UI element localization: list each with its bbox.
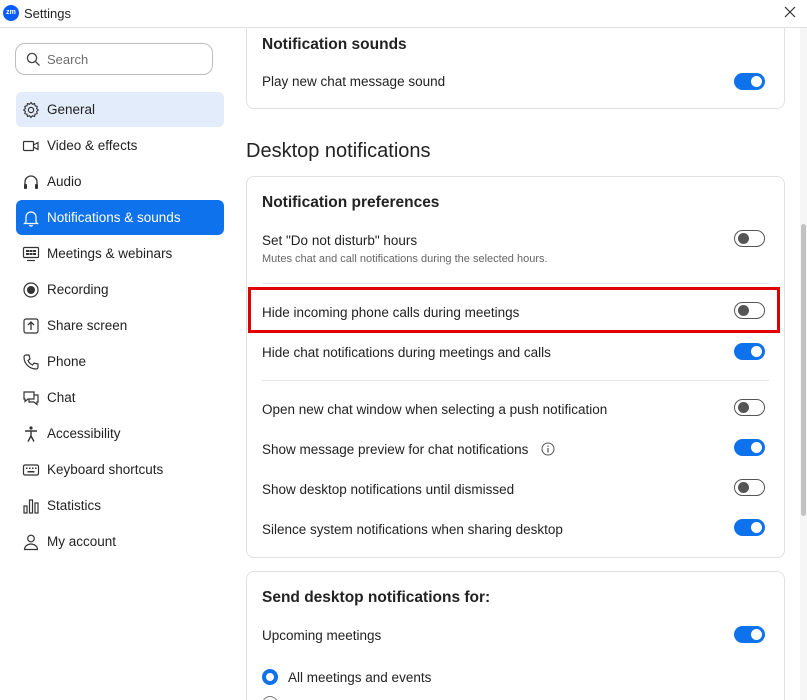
toggle-knob: [751, 76, 762, 87]
info-icon[interactable]: [541, 442, 555, 456]
play-chat-sound-toggle[interactable]: [734, 73, 765, 90]
setting-label: Silence system notifications when sharin…: [262, 522, 563, 537]
gear-icon: [22, 101, 40, 119]
sidebar-item-share-screen[interactable]: Share screen: [16, 308, 224, 343]
sidebar-item-label: Audio: [47, 174, 82, 189]
sidebar-item-phone[interactable]: Phone: [16, 344, 224, 379]
sidebar-item-video-effects[interactable]: Video & effects: [16, 128, 224, 163]
sidebar-item-general[interactable]: General: [16, 92, 224, 127]
setting-description: Mutes chat and call notifications during…: [262, 253, 548, 265]
upcoming-meetings-toggle[interactable]: [734, 626, 765, 643]
setting-label: Show message preview for chat notificati…: [262, 442, 529, 457]
section-heading: Desktop notifications: [246, 140, 431, 162]
sidebar-item-label: Video & effects: [47, 138, 138, 153]
close-icon[interactable]: [781, 3, 799, 21]
sidebar-item-label: Chat: [47, 390, 76, 405]
toggle-knob: [751, 442, 762, 453]
settings-content: Notification sounds Play new chat messag…: [240, 28, 800, 700]
setting-label: Play new chat message sound: [262, 74, 446, 89]
sidebar-item-audio[interactable]: Audio: [16, 164, 224, 199]
search-icon: [26, 52, 40, 66]
accessibility-icon: [25, 426, 37, 442]
divider: [262, 283, 769, 284]
sidebar-item-statistics[interactable]: Statistics: [16, 488, 224, 523]
sidebar-item-label: Phone: [47, 354, 87, 369]
search-box[interactable]: [15, 43, 213, 75]
hide-chat-notifications-toggle[interactable]: [734, 343, 765, 360]
sidebar-item-my-account[interactable]: My account: [16, 524, 224, 559]
divider: [262, 380, 769, 381]
sidebar-item-accessibility[interactable]: Accessibility: [16, 416, 224, 451]
sidebar-item-label: Share screen: [47, 318, 128, 333]
search-input[interactable]: [47, 50, 202, 68]
sidebar-item-recording[interactable]: Recording: [16, 272, 224, 307]
phone-icon: [23, 354, 39, 370]
sidebar-item-label: My account: [47, 534, 117, 549]
sidebar-item-keyboard-shortcuts[interactable]: Keyboard shortcuts: [16, 452, 224, 487]
sidebar-item-label: General: [47, 102, 96, 117]
toggle-knob: [751, 629, 762, 640]
scrollbar[interactable]: [800, 28, 807, 700]
title-bar: zm Settings: [0, 0, 807, 28]
video-camera-icon: [22, 140, 39, 152]
toggle-knob: [738, 233, 749, 244]
window-title: Settings: [24, 6, 71, 21]
bell-icon: [23, 211, 39, 227]
notification-sounds-card: Notification sounds Play new chat messag…: [246, 28, 785, 109]
setting-label: Hide chat notifications during meetings …: [262, 345, 551, 360]
sidebar-item-label: Recording: [47, 282, 109, 297]
keyboard-icon: [22, 464, 40, 476]
chat-icon: [23, 391, 39, 406]
until-dismissed-toggle[interactable]: [734, 479, 765, 496]
send-notifications-card: Send desktop notifications for: Upcoming…: [246, 571, 785, 700]
share-screen-icon: [23, 318, 39, 334]
sidebar-item-label: Keyboard shortcuts: [47, 462, 164, 477]
dnd-hours-toggle[interactable]: [734, 230, 765, 247]
secondary-option-radio[interactable]: [262, 696, 278, 700]
sidebar-item-label: Meetings & webinars: [47, 246, 173, 261]
toggle-knob: [738, 402, 749, 413]
setting-label: Upcoming meetings: [262, 628, 382, 643]
meetings-icon: [22, 246, 40, 262]
sidebar-item-label: Statistics: [47, 498, 102, 513]
card-title: Notification preferences: [262, 194, 440, 211]
card-title: Send desktop notifications for:: [262, 589, 491, 606]
headphones-icon: [24, 175, 38, 189]
toggle-knob: [751, 346, 762, 357]
sidebar-item-label: Notifications & sounds: [47, 210, 181, 225]
all-meetings-radio[interactable]: [262, 669, 278, 685]
highlight-box: [248, 287, 780, 333]
message-preview-toggle[interactable]: [734, 439, 765, 456]
open-chat-window-toggle[interactable]: [734, 399, 765, 416]
toggle-knob: [738, 482, 749, 493]
setting-label: Set "Do not disturb" hours: [262, 233, 418, 248]
card-title: Notification sounds: [262, 36, 407, 53]
sidebar: General Video & effects Audio Notificati…: [0, 28, 240, 700]
sidebar-item-meetings-webinars[interactable]: Meetings & webinars: [16, 236, 224, 271]
sidebar-item-label: Accessibility: [47, 426, 121, 441]
notification-preferences-card: Notification preferences Set "Do not dis…: [246, 176, 785, 558]
record-icon: [23, 282, 39, 298]
toggle-knob: [751, 522, 762, 533]
sidebar-item-notifications-sounds[interactable]: Notifications & sounds: [16, 200, 224, 235]
bar-chart-icon: [23, 499, 39, 514]
setting-label: Open new chat window when selecting a pu…: [262, 402, 608, 417]
zoom-logo-icon: zm: [3, 5, 19, 21]
sidebar-item-chat[interactable]: Chat: [16, 380, 224, 415]
setting-label: Show desktop notifications until dismiss…: [262, 482, 515, 497]
radio-label: All meetings and events: [288, 670, 432, 685]
scrollbar-thumb[interactable]: [801, 224, 806, 516]
silence-system-toggle[interactable]: [734, 519, 765, 536]
user-icon: [23, 534, 39, 551]
